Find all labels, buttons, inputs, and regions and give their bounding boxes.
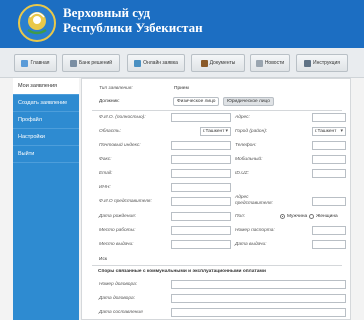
phone-label: Телефон: <box>235 143 257 148</box>
nav-label: Документы <box>209 60 236 66</box>
sidebar-item-logout[interactable]: Выйти <box>13 146 79 163</box>
contract-date-label: Дата договора: <box>99 296 136 301</box>
fio-label: Ф.И.О. (полностью): <box>99 115 146 120</box>
home-icon <box>21 59 29 67</box>
documents-icon <box>200 59 208 67</box>
sex-male-label: Мужчина <box>287 214 308 219</box>
online-request-icon <box>134 59 142 67</box>
mobile-input[interactable] <box>312 155 346 164</box>
nav-label: Онлайн заявка <box>143 60 178 66</box>
address-label: Адрес: <box>235 115 250 120</box>
address-input[interactable] <box>312 113 346 122</box>
divider <box>92 265 342 266</box>
nav-label: Главная <box>30 60 50 66</box>
mobile-label: Мобильный: <box>235 157 263 162</box>
region-label: Область: <box>99 129 121 134</box>
request-type-label: Тип заявления: <box>99 86 133 91</box>
sex-label: Пол: <box>235 214 246 219</box>
inn-input[interactable] <box>171 183 231 192</box>
sex-female-radio[interactable] <box>309 214 314 219</box>
postal-code-label: Почтовый индекс: <box>99 143 141 148</box>
sex-male-radio[interactable] <box>280 214 285 219</box>
id-uz-input[interactable] <box>312 169 346 178</box>
sidebar-item-create-request[interactable]: Создать заявление <box>13 95 79 112</box>
nav-documents[interactable]: Документы <box>191 54 245 72</box>
site-header: Верховный суд Республики Узбекистан <box>0 0 364 48</box>
bank-icon <box>69 59 77 67</box>
nav-online-request[interactable]: Онлайн заявка <box>127 54 185 72</box>
top-navigation: Главная Банк решений Онлайн заявка Докум… <box>0 48 364 78</box>
city-label: Город (район): <box>235 129 268 134</box>
debtor-label: Должник: <box>99 99 120 104</box>
request-form: Тип заявления: Прием Должник: Физическое… <box>81 78 351 320</box>
phone-input[interactable] <box>312 141 346 150</box>
region-select[interactable]: г.Ташкент <box>200 127 231 136</box>
sidebar-item-my-requests[interactable]: Мои заявления <box>13 78 79 95</box>
issued-place-label: Место выдачи: <box>99 242 134 247</box>
nav-label: Инструкция <box>313 60 340 66</box>
section-title: Споры связанные с коммунальными и эксплу… <box>98 269 266 274</box>
contract-state-input[interactable] <box>171 308 346 317</box>
birth-date-label: Дата рождения: <box>99 214 137 219</box>
contract-number-input[interactable] <box>171 280 346 289</box>
work-place-label: Место работы: <box>99 228 136 233</box>
sidebar: Мои заявления Создать заявление Профайл … <box>13 78 79 320</box>
site-title: Верховный суд Республики Узбекистан <box>63 5 203 35</box>
fax-label: Факс: <box>99 157 112 162</box>
nav-instruction[interactable]: Инструкция <box>296 54 348 72</box>
representative-fio-label: Ф.И.О представителя: <box>99 199 152 204</box>
issued-place-input[interactable] <box>171 240 231 249</box>
contract-date-input[interactable] <box>171 294 346 303</box>
site-title-line1: Верховный суд <box>63 5 151 20</box>
email-label: Email: <box>99 171 113 176</box>
contract-number-label: Номер договора: <box>99 282 138 287</box>
nav-decisions-bank[interactable]: Банк решений <box>62 54 120 72</box>
work-place-input[interactable] <box>171 226 231 235</box>
claim-label: Иск <box>99 257 107 262</box>
email-input[interactable] <box>171 169 231 178</box>
nav-label: Банк решений <box>78 60 113 66</box>
city-select[interactable]: г.Ташкент <box>312 127 346 136</box>
inn-label: ИНН: <box>99 185 111 190</box>
fio-input[interactable] <box>171 113 231 122</box>
birth-date-input[interactable] <box>171 212 231 221</box>
news-icon <box>255 59 263 67</box>
nav-home[interactable]: Главная <box>14 54 57 72</box>
instruction-icon <box>304 59 312 67</box>
id-uz-label: ID.UZ: <box>235 171 249 176</box>
fax-input[interactable] <box>171 155 231 164</box>
representative-address-label: Адрес представителя: <box>235 195 273 206</box>
tab-legal-entity[interactable]: Юридическое лицо <box>223 97 274 106</box>
issued-date-label: Дата выдачи: <box>235 242 267 247</box>
request-type-value: Прием <box>174 86 189 91</box>
passport-number-label: Номер паспорта: <box>235 228 275 233</box>
representative-address-input[interactable] <box>312 197 346 206</box>
tab-individual[interactable]: Физическое лицо <box>173 97 220 106</box>
postal-code-input[interactable] <box>171 141 231 150</box>
nav-label: Новости <box>264 60 285 66</box>
sidebar-item-profile[interactable]: Профайл <box>13 112 79 129</box>
issued-date-input[interactable] <box>312 240 346 249</box>
emblem-icon <box>18 4 56 42</box>
nav-news[interactable]: Новости <box>250 54 290 72</box>
contract-state-label: Дата составления <box>99 310 143 315</box>
sex-female-label: Женщина <box>316 214 338 219</box>
sidebar-item-settings[interactable]: Настройки <box>13 129 79 146</box>
site-title-line2: Республики Узбекистан <box>63 20 203 35</box>
representative-fio-input[interactable] <box>171 197 231 206</box>
passport-number-input[interactable] <box>312 226 346 235</box>
divider <box>92 110 342 111</box>
